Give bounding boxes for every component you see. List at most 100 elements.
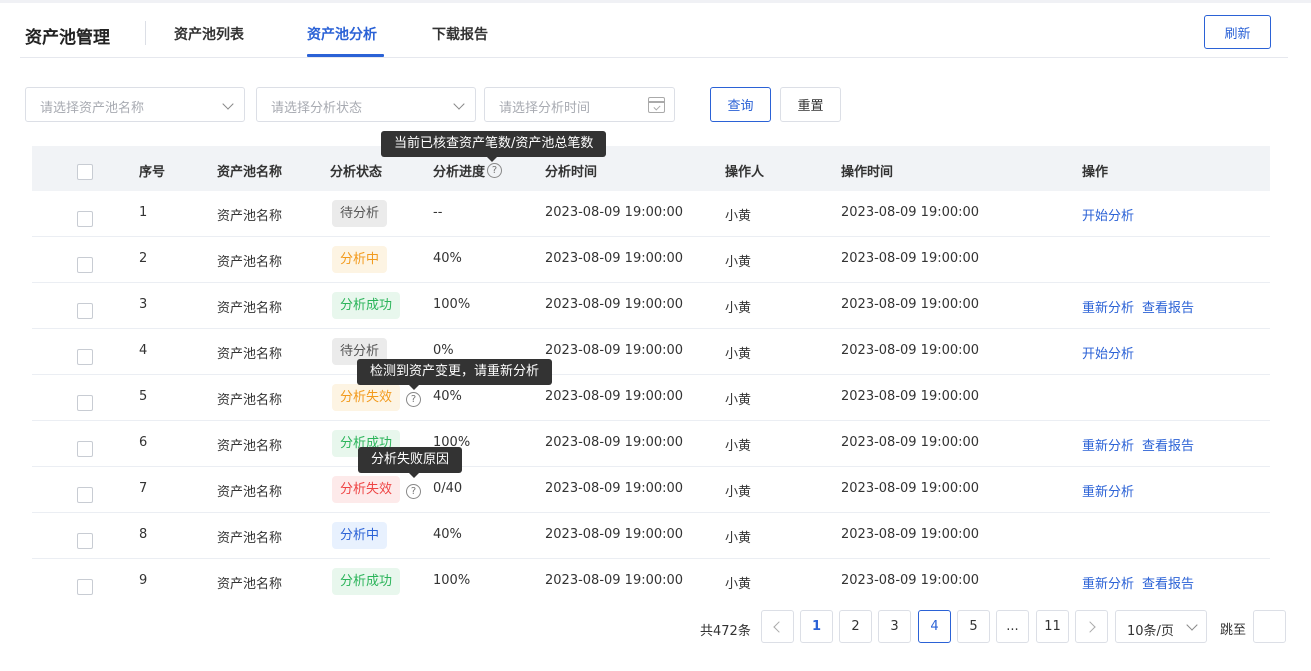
page-header: 资产池管理 资产池列表 资产池分析 下载报告 刷新 [20,3,1288,58]
calendar-icon [648,97,665,113]
header-operator: 操作人 [725,165,765,180]
chevron-left-icon [773,620,785,633]
help-icon[interactable]: ? [406,484,421,499]
page-2[interactable]: 2 [839,610,872,643]
row-operator: 小黄 [725,209,752,224]
row-checkbox[interactable] [77,211,93,227]
page-1[interactable]: 1 [800,610,833,643]
status-badge: 分析失效 [332,476,401,503]
reanalyze-link[interactable]: 重新分析 [1082,435,1134,454]
page-4[interactable]: 4 [918,610,951,643]
table-row: 7 资产池名称 分析失效 ? 0/40 2023-08-09 19:00:00 … [32,467,1270,513]
tooltip-arrow [409,473,419,478]
table-row: 9 资产池名称 分析成功 100% 2023-08-09 19:00:00 小黄… [32,559,1270,605]
row-operation-time: 2023-08-09 19:00:00 [841,343,980,358]
tab-asset-pool-analysis[interactable]: 资产池分析 [307,24,377,44]
progress-help-tooltip: 当前已核查资产笔数/资产池总笔数 [381,131,607,162]
analysis-time-picker[interactable]: 请选择分析时间 [484,87,675,122]
select-all-checkbox[interactable] [77,164,93,180]
help-icon[interactable]: ? [406,392,421,407]
prev-page-button[interactable] [761,610,794,643]
jump-page-input[interactable] [1253,610,1286,643]
help-icon[interactable]: ? [487,163,502,178]
row-operation-time: 2023-08-09 19:00:00 [841,481,980,496]
header-operation-time: 操作时间 [841,165,894,180]
row-index: 7 [139,481,148,496]
row-pool-name: 资产池名称 [217,209,283,224]
row-index: 3 [139,297,148,312]
reset-button[interactable]: 重置 [780,87,841,122]
next-page-button[interactable] [1075,610,1108,643]
row-operation-time: 2023-08-09 19:00:00 [841,205,980,220]
row-operator: 小黄 [725,393,752,408]
row-checkbox[interactable] [77,349,93,365]
pool-name-select[interactable]: 请选择资产池名称 [25,87,245,122]
header-pool-name: 资产池名称 [217,165,283,180]
row-operator: 小黄 [725,577,752,592]
header-actions: 操作 [1082,165,1109,180]
row-checkbox[interactable] [77,533,93,549]
table-row: 5 资产池名称 分析失效 ? 40% 2023-08-09 19:00:00 小… [32,375,1270,421]
header-analysis-time: 分析时间 [545,165,598,180]
row-operation-time: 2023-08-09 19:00:00 [841,435,980,450]
status-select[interactable]: 请选择分析状态 [256,87,476,122]
row-checkbox[interactable] [77,441,93,457]
status-badge: 分析中 [332,246,388,273]
row-operation-time: 2023-08-09 19:00:00 [841,527,980,542]
row-operator: 小黄 [725,347,752,362]
row-analysis-time: 2023-08-09 19:00:00 [545,251,684,266]
view-report-link[interactable]: 查看报告 [1142,573,1194,592]
status-badge: 分析中 [332,522,388,549]
reanalyze-link[interactable]: 重新分析 [1082,573,1134,592]
row-checkbox[interactable] [77,579,93,595]
row-index: 9 [139,573,148,588]
row-progress: 0% [433,343,454,358]
row-index: 4 [139,343,148,358]
refresh-button[interactable]: 刷新 [1204,15,1271,49]
row-index: 8 [139,527,148,542]
page-3[interactable]: 3 [878,610,911,643]
reanalyze-link[interactable]: 重新分析 [1082,481,1134,500]
row-analysis-time: 2023-08-09 19:00:00 [545,573,684,588]
row-operator: 小黄 [725,531,752,546]
total-count: 共472条 [700,624,751,639]
row-progress: 100% [433,297,471,312]
table-header: 序号 资产池名称 分析状态 分析进度 ? 分析时间 操作人 操作时间 操作 [32,146,1270,191]
view-report-link[interactable]: 查看报告 [1142,297,1194,316]
view-report-link[interactable]: 查看报告 [1142,435,1194,454]
tab-download-report[interactable]: 下载报告 [432,24,488,44]
row-checkbox[interactable] [77,487,93,503]
row-index: 6 [139,435,148,450]
page-size-select[interactable]: 10条/页 [1115,610,1207,643]
status-badge: 分析成功 [332,292,401,319]
start-analysis-link[interactable]: 开始分析 [1082,205,1134,224]
jump-label: 跳至 [1220,623,1247,638]
app-title: 资产池管理 [25,28,110,48]
page-ellipsis[interactable]: ... [996,610,1029,643]
row-operation-time: 2023-08-09 19:00:00 [841,389,980,404]
header-divider [145,21,146,45]
page-11[interactable]: 11 [1036,610,1069,643]
row-pool-name: 资产池名称 [217,531,283,546]
row-checkbox[interactable] [77,257,93,273]
table-row: 4 资产池名称 待分析 0% 2023-08-09 19:00:00 小黄 20… [32,329,1270,375]
row-analysis-time: 2023-08-09 19:00:00 [545,389,684,404]
row-checkbox[interactable] [77,395,93,411]
start-analysis-link[interactable]: 开始分析 [1082,343,1134,362]
row-progress: 40% [433,389,462,404]
row-pool-name: 资产池名称 [217,301,283,316]
status-badge: 分析失效 [332,384,401,411]
row-progress: 40% [433,251,462,266]
tooltip-arrow [409,385,419,390]
page-size-value: 10条/页 [1127,624,1174,639]
page-5[interactable]: 5 [957,610,990,643]
query-button[interactable]: 查询 [710,87,771,122]
row-checkbox[interactable] [77,303,93,319]
header-progress: 分析进度 [433,165,486,180]
row-index: 1 [139,205,148,220]
row-index: 5 [139,389,148,404]
row-operator: 小黄 [725,439,752,454]
tab-asset-pool-list[interactable]: 资产池列表 [174,24,244,44]
reanalyze-link[interactable]: 重新分析 [1082,297,1134,316]
tooltip-arrow [487,157,497,162]
